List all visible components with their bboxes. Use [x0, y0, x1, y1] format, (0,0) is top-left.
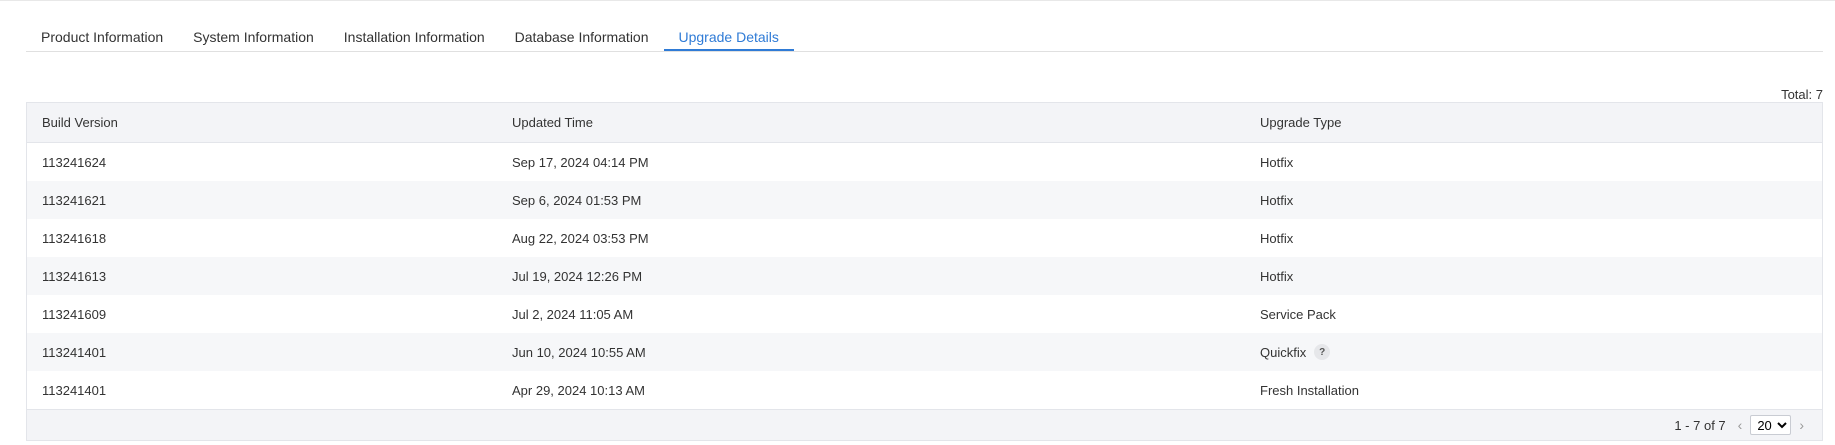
upgrade-details-table: Build Version Updated Time Upgrade Type …	[26, 102, 1823, 441]
column-header-updated-time[interactable]: Updated Time	[497, 115, 1245, 130]
table-row: 113241618 Aug 22, 2024 03:53 PM Hotfix	[27, 219, 1822, 257]
cell-build-version: 113241609	[42, 306, 107, 322]
page-size-select[interactable]: 20	[1750, 415, 1792, 435]
tab-installation-information[interactable]: Installation Information	[329, 1, 500, 51]
cell-upgrade-type: Quickfix ?	[1245, 344, 1822, 360]
cell-upgrade-type: Hotfix	[1260, 230, 1294, 246]
table-row: 113241613 Jul 19, 2024 12:26 PM Hotfix	[27, 257, 1822, 295]
cell-updated-time: Apr 29, 2024 10:13 AM	[512, 382, 645, 398]
upgrade-type-label: Quickfix	[1260, 344, 1307, 360]
table-row: 113241401 Apr 29, 2024 10:13 AM Fresh In…	[27, 371, 1822, 409]
table-row: 113241609 Jul 2, 2024 11:05 AM Service P…	[27, 295, 1822, 333]
cell-updated-time: Sep 6, 2024 01:53 PM	[512, 192, 642, 208]
cell-updated-time: Jul 19, 2024 12:26 PM	[512, 268, 643, 284]
tab-bar: Product Information System Information I…	[26, 1, 1823, 52]
cell-upgrade-type: Hotfix	[1260, 154, 1294, 170]
total-count: Total: 7	[1781, 87, 1823, 102]
cell-updated-time: Jun 10, 2024 10:55 AM	[512, 344, 646, 360]
cell-build-version: 113241613	[42, 268, 107, 284]
column-header-upgrade-type[interactable]: Upgrade Type	[1245, 115, 1822, 130]
pagination-range: 1 - 7 of 7	[1674, 417, 1726, 433]
cell-build-version: 113241624	[42, 154, 107, 170]
cell-build-version: 113241401	[42, 344, 107, 360]
table-header: Build Version Updated Time Upgrade Type	[27, 103, 1822, 143]
cell-updated-time: Sep 17, 2024 04:14 PM	[512, 154, 649, 170]
tab-system-information[interactable]: System Information	[178, 1, 329, 51]
cell-build-version: 113241621	[42, 192, 107, 208]
tab-database-information[interactable]: Database Information	[500, 1, 664, 51]
help-icon[interactable]: ?	[1314, 344, 1331, 360]
cell-updated-time: Jul 2, 2024 11:05 AM	[512, 306, 634, 322]
column-header-build-version[interactable]: Build Version	[27, 115, 497, 130]
cell-build-version: 113241401	[42, 382, 107, 398]
chevron-left-icon[interactable]: ‹	[1734, 417, 1747, 433]
tab-upgrade-details[interactable]: Upgrade Details	[663, 1, 794, 51]
table-row: 113241621 Sep 6, 2024 01:53 PM Hotfix	[27, 181, 1822, 219]
upgrade-details-page: Product Information System Information I…	[0, 0, 1835, 445]
cell-updated-time: Aug 22, 2024 03:53 PM	[512, 230, 649, 246]
table-row: 113241401 Jun 10, 2024 10:55 AM Quickfix…	[27, 333, 1822, 371]
cell-upgrade-type: Hotfix	[1260, 268, 1294, 284]
cell-build-version: 113241618	[42, 230, 107, 246]
tab-product-information[interactable]: Product Information	[26, 1, 178, 51]
pagination-bar: 1 - 7 of 7 ‹ 20 ›	[27, 409, 1822, 440]
cell-upgrade-type: Fresh Installation	[1260, 382, 1359, 398]
cell-upgrade-type: Hotfix	[1260, 192, 1294, 208]
cell-upgrade-type: Service Pack	[1260, 306, 1336, 322]
table-row: 113241624 Sep 17, 2024 04:14 PM Hotfix	[27, 143, 1822, 181]
chevron-right-icon[interactable]: ›	[1795, 417, 1808, 433]
